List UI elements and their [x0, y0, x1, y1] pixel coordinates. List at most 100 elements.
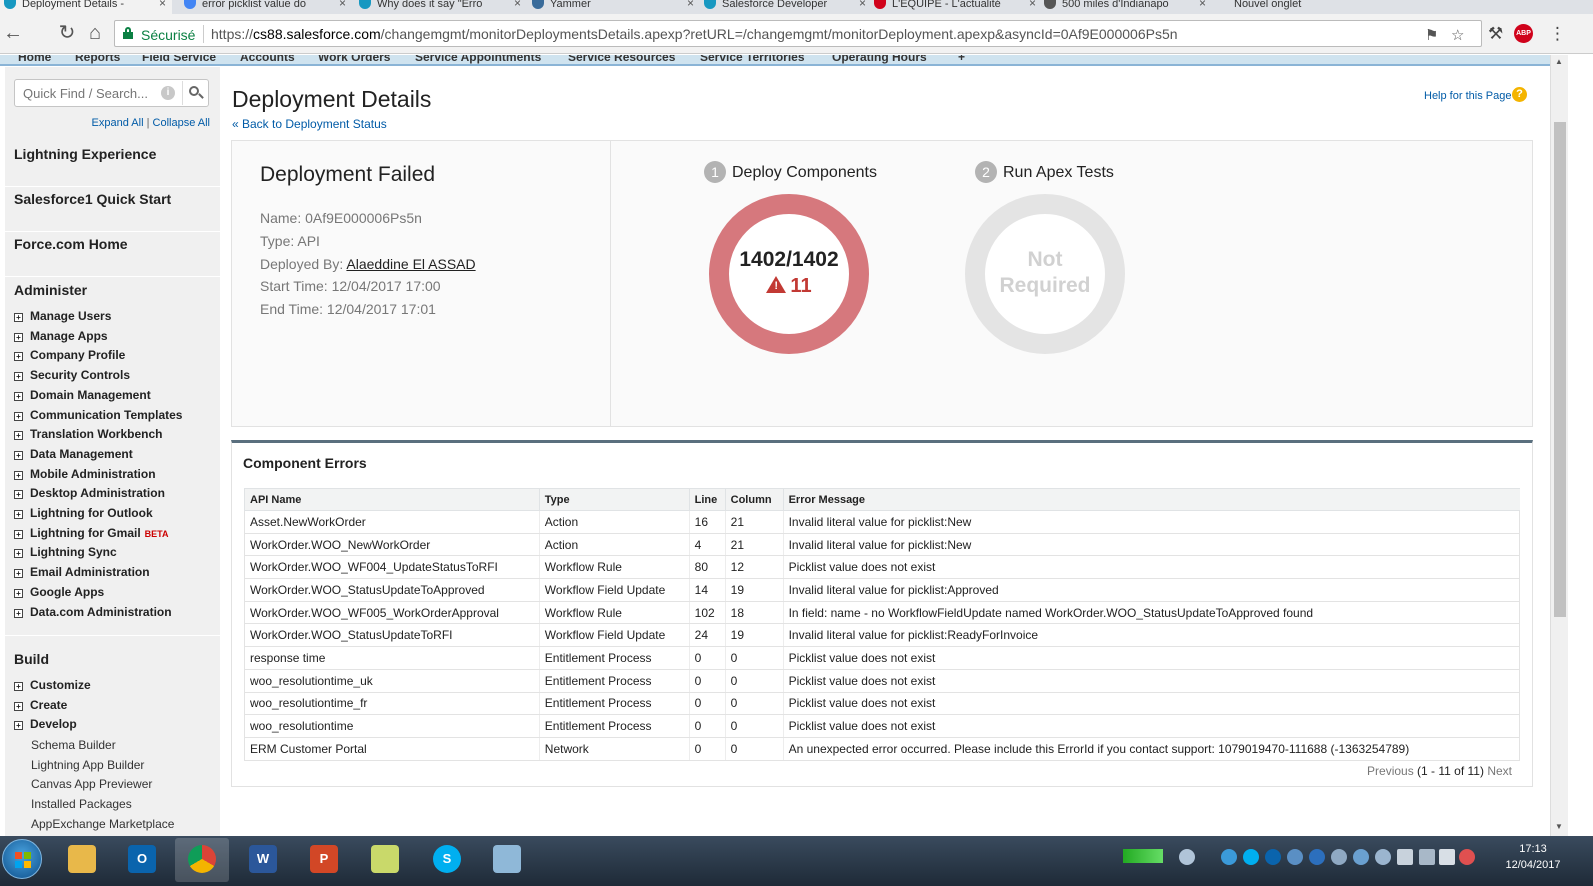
sidebar-item[interactable]: + Domain Management	[14, 388, 151, 402]
sidebar-top-link[interactable]: Lightning Experience	[14, 146, 156, 162]
expand-plus-icon[interactable]: +	[14, 608, 23, 618]
back-arrow-icon[interactable]: ←	[2, 22, 24, 44]
sf-app-tab[interactable]: Service Resources	[568, 55, 675, 64]
outlook-tray-icon[interactable]	[1265, 849, 1281, 865]
expand-plus-icon[interactable]: +	[14, 352, 23, 362]
browser-tab[interactable]: Yammer ×	[528, 0, 700, 14]
sidebar-item[interactable]: + Company Profile	[14, 348, 125, 362]
start-button[interactable]	[2, 839, 42, 879]
browser-tab[interactable]: Deployment Details - ×	[0, 0, 172, 14]
signal-icon[interactable]	[1439, 849, 1455, 865]
sf-app-tab[interactable]: Service Appointments	[415, 55, 541, 64]
sidebar-item[interactable]: + Data.com Administration	[14, 605, 172, 619]
expand-plus-icon[interactable]: +	[14, 510, 23, 519]
search-icon[interactable]	[182, 81, 208, 105]
collapse-all-link[interactable]: Collapse All	[153, 117, 210, 129]
tab-close-icon[interactable]: ×	[859, 0, 866, 9]
bookmark-star-icon[interactable]: ☆	[1451, 26, 1464, 44]
sf-app-tab[interactable]: Accounts	[240, 55, 295, 64]
sidebar-item[interactable]: + Lightning for Gmail BETA	[14, 526, 169, 540]
tab-close-icon[interactable]: ×	[1199, 0, 1206, 9]
clock[interactable]: 17:13 12/04/2017	[1483, 841, 1583, 873]
sidebar-item[interactable]: + Manage Users	[14, 309, 111, 323]
tray-app-icon[interactable]	[1353, 849, 1369, 865]
expand-plus-icon[interactable]: +	[14, 490, 23, 500]
column-header[interactable]: Line	[688, 488, 726, 511]
browser-tab[interactable]: error picklist value do ×	[180, 0, 352, 14]
back-to-deployment-status-link[interactable]: « Back to Deployment Status	[232, 117, 387, 131]
expand-all-link[interactable]: Expand All	[92, 117, 144, 129]
scroll-up-icon[interactable]: ▲	[1555, 57, 1563, 66]
sidebar-item[interactable]: + Communication Templates	[14, 408, 182, 422]
sf-app-tab[interactable]: Field Service	[142, 55, 216, 64]
expand-plus-icon[interactable]: +	[14, 431, 23, 441]
tray-app-icon[interactable]	[1331, 849, 1347, 865]
home-icon[interactable]: ⌂	[84, 22, 106, 44]
expand-plus-icon[interactable]: +	[14, 588, 23, 598]
sync-tray-icon[interactable]	[1287, 849, 1303, 865]
expand-plus-icon[interactable]: +	[14, 470, 23, 480]
action-center-flag-icon[interactable]	[1397, 849, 1413, 865]
pager-next[interactable]: Next	[1487, 764, 1512, 778]
help-link[interactable]: Help for this Page	[1424, 90, 1511, 102]
column-header[interactable]: API Name	[244, 488, 540, 511]
translate-icon[interactable]: ⚑	[1425, 26, 1438, 44]
tab-close-icon[interactable]: ×	[1029, 0, 1036, 9]
tab-close-icon[interactable]: ×	[514, 0, 521, 9]
sidebar-sub-item[interactable]: Canvas App Previewer	[31, 777, 152, 791]
sidebar-item[interactable]: + Security Controls	[14, 368, 130, 382]
sidebar-top-link[interactable]: Salesforce1 Quick Start	[14, 191, 171, 207]
browser-tab[interactable]: L'ÉQUIPE - L'actualité ×	[870, 0, 1042, 14]
sidebar-item[interactable]: + Email Administration	[14, 565, 150, 579]
battery-icon[interactable]	[1419, 849, 1435, 865]
column-header[interactable]: Type	[538, 488, 690, 511]
reload-icon[interactable]: ↻	[56, 22, 78, 44]
tray-app-icon[interactable]	[1221, 849, 1237, 865]
expand-plus-icon[interactable]: +	[14, 411, 23, 421]
adblock-icon[interactable]: ABP	[1514, 24, 1533, 43]
sidebar-item[interactable]: + Lightning for Outlook	[14, 506, 153, 520]
wrench-icon[interactable]: ⚒	[1488, 24, 1503, 44]
expand-plus-icon[interactable]: +	[14, 372, 23, 382]
scroll-down-icon[interactable]: ▼	[1555, 822, 1563, 831]
expand-plus-icon[interactable]: +	[14, 721, 23, 731]
sidebar-item[interactable]: + Customize	[14, 678, 91, 692]
tab-close-icon[interactable]: ×	[687, 0, 694, 9]
browser-tab[interactable]: 500 miles d'Indianapo ×	[1040, 0, 1212, 14]
folder-taskbar-button[interactable]	[358, 838, 412, 882]
word-taskbar-button[interactable]: W	[236, 838, 290, 882]
scrollbar-thumb[interactable]	[1554, 122, 1566, 617]
expand-plus-icon[interactable]: +	[14, 569, 23, 579]
expand-plus-icon[interactable]: +	[14, 450, 23, 460]
sidebar-sub-item[interactable]: Lightning App Builder	[31, 758, 144, 772]
sidebar-item[interactable]: + Create	[14, 698, 67, 712]
wireless-icon[interactable]	[1179, 849, 1195, 865]
pager-previous[interactable]: Previous	[1367, 764, 1414, 778]
expand-plus-icon[interactable]: +	[14, 332, 23, 342]
expand-plus-icon[interactable]: +	[14, 391, 23, 401]
tray-app-icon[interactable]	[1375, 849, 1391, 865]
sidebar-sub-item[interactable]: AppExchange Marketplace	[31, 817, 174, 831]
tab-close-icon[interactable]: ×	[159, 0, 166, 9]
sidebar-item[interactable]: + Google Apps	[14, 585, 104, 599]
bluetooth-icon[interactable]	[1309, 849, 1325, 865]
deploy-components-ring[interactable]: 1402/1402 ! 11	[709, 194, 869, 354]
outlook-taskbar-button[interactable]: O	[115, 838, 169, 882]
skype-tray-icon[interactable]	[1243, 849, 1259, 865]
sf-app-tab[interactable]: Home	[18, 55, 51, 64]
sf-app-tab[interactable]: Reports	[75, 55, 120, 64]
expand-plus-icon[interactable]: +	[14, 682, 23, 691]
sidebar-item[interactable]: + Data Management	[14, 447, 133, 461]
network-meter-icon[interactable]	[1123, 849, 1163, 863]
expand-plus-icon[interactable]: +	[14, 549, 23, 559]
help-icon[interactable]: ?	[1512, 87, 1527, 102]
browser-tab[interactable]: Nouvel onglet	[1212, 0, 1382, 14]
sidebar-item[interactable]: + Lightning Sync	[14, 545, 117, 559]
tab-close-icon[interactable]: ×	[339, 0, 346, 9]
vertical-scrollbar[interactable]: ▲ ▼	[1550, 55, 1568, 836]
menu-icon[interactable]: ⋮	[1549, 24, 1566, 44]
browser-tab[interactable]: Salesforce Developer ×	[700, 0, 872, 14]
sf-app-tab[interactable]: Service Territories	[700, 55, 805, 64]
sidebar-item[interactable]: + Manage Apps	[14, 329, 108, 343]
expand-plus-icon[interactable]: +	[14, 701, 23, 711]
